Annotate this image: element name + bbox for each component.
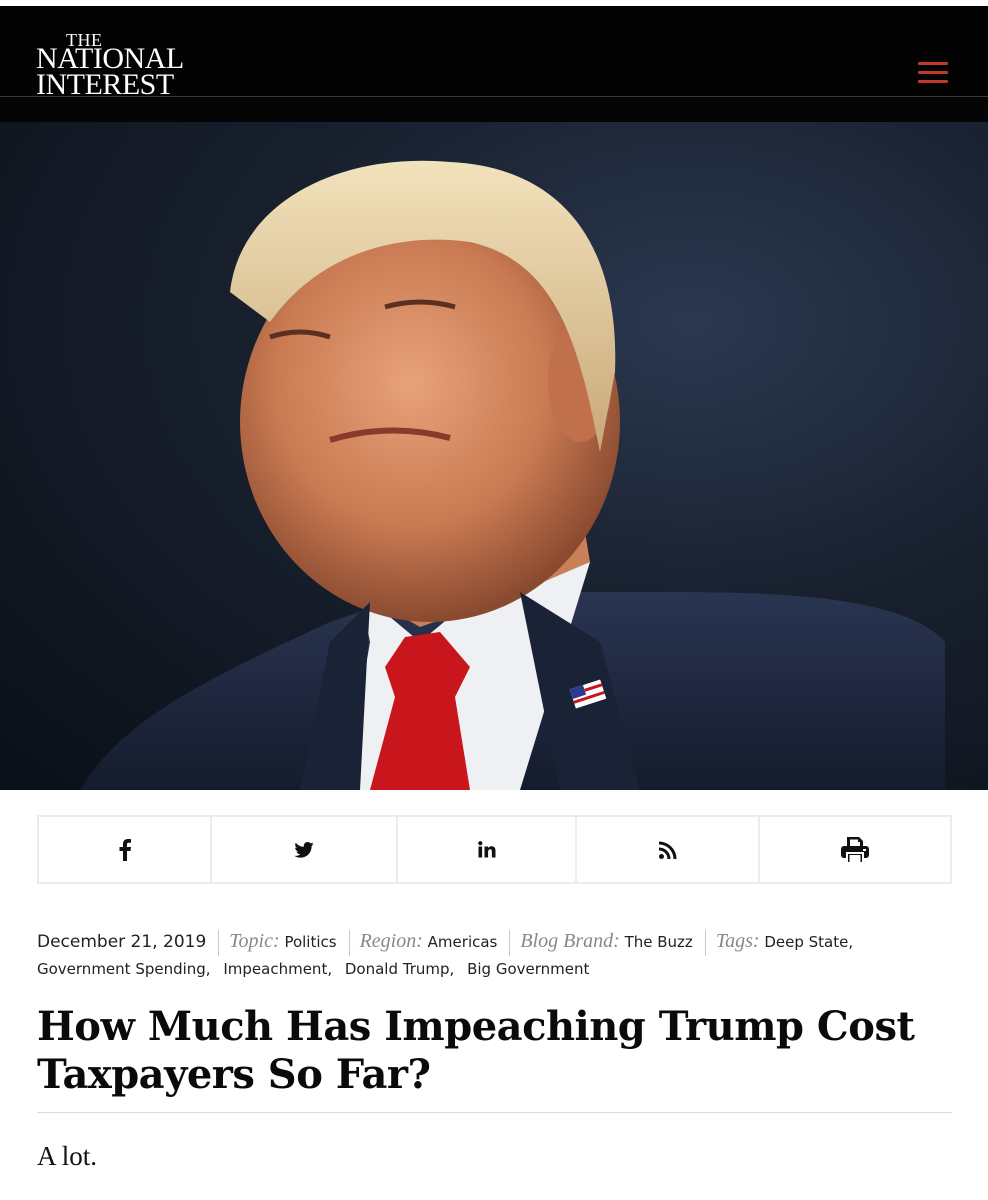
- share-facebook-button[interactable]: [39, 817, 212, 882]
- hero-illustration: [80, 160, 945, 790]
- share-rss-button[interactable]: [577, 817, 760, 882]
- linkedin-icon: [477, 841, 495, 858]
- hero-photo: [0, 122, 988, 790]
- print-button[interactable]: [760, 817, 950, 882]
- topic-label: Topic:: [229, 930, 280, 952]
- menu-bar: [918, 71, 948, 74]
- tag-link[interactable]: Impeachment,: [223, 960, 332, 978]
- tag-link[interactable]: Government Spending,: [37, 960, 211, 978]
- article-dek: A lot.: [37, 1141, 98, 1171]
- share-bar: [37, 815, 952, 884]
- hamburger-menu-icon[interactable]: [916, 60, 950, 86]
- menu-bar: [918, 62, 948, 65]
- facebook-icon: [119, 838, 131, 861]
- twitter-icon: [294, 841, 314, 858]
- site-logo[interactable]: THE NATIONAL INTEREST: [36, 30, 184, 102]
- meta-separator: [509, 929, 511, 956]
- region-link[interactable]: Americas: [428, 933, 498, 951]
- rss-icon: [658, 841, 676, 859]
- header-band: [0, 97, 988, 122]
- blog-brand-link[interactable]: The Buzz: [625, 933, 693, 951]
- site-header: THE NATIONAL INTEREST: [0, 6, 988, 100]
- blog-brand-label: Blog Brand:: [520, 930, 620, 952]
- share-linkedin-button[interactable]: [398, 817, 577, 882]
- article-headline: How Much Has Impeaching Trump Cost Taxpa…: [37, 1003, 915, 1098]
- print-icon: [841, 836, 869, 864]
- topic-link[interactable]: Politics: [284, 933, 336, 951]
- publish-date: December 21, 2019: [37, 932, 207, 952]
- meta-separator: [218, 929, 220, 956]
- tag-link[interactable]: Big Government: [467, 960, 589, 978]
- article-meta: December 21, 2019 Topic: Politics Region: …: [37, 928, 952, 983]
- meta-separator: [348, 929, 350, 956]
- tags-label: Tags:: [715, 930, 760, 952]
- meta-separator: [704, 929, 706, 956]
- tag-link[interactable]: Deep State,: [764, 933, 853, 951]
- region-label: Region:: [359, 930, 423, 952]
- headline-divider: [37, 1112, 952, 1113]
- share-twitter-button[interactable]: [212, 817, 398, 882]
- menu-bar: [918, 80, 948, 83]
- tag-link[interactable]: Donald Trump,: [345, 960, 454, 978]
